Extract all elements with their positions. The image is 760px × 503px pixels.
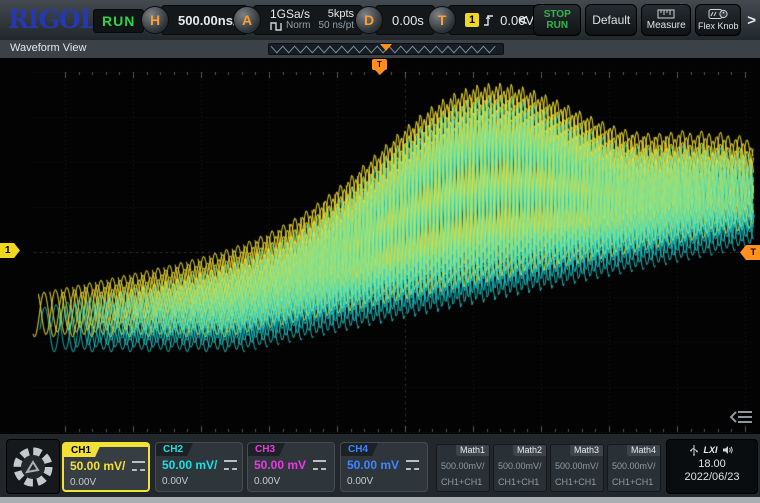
bottom-channel-bar: CH1 50.00 mV/ 0.00V CH2 50.00 mV/ 0.00V … xyxy=(0,433,760,498)
menu-collapse-icon[interactable] xyxy=(728,409,754,425)
math-box-math2[interactable]: Math2 500.00mV/ CH1+CH1 xyxy=(493,444,547,492)
ch2-scale: 50.00 mV/ xyxy=(162,458,217,472)
dc-coupling-icon xyxy=(406,460,419,470)
default-button[interactable]: Default xyxy=(585,4,637,36)
trigger-source-chip: 1 xyxy=(465,13,479,27)
ch3-tab: CH3 xyxy=(248,443,285,456)
speaker-icon xyxy=(723,445,734,455)
top-status-bar: RIGOL RUN H 500.00ns/ A 1GSa/s Norm 5kpt… xyxy=(0,0,760,41)
math3-expression: CH1+CH1 xyxy=(555,477,596,487)
channel-box-ch3[interactable]: CH3 50.00 mV 0.00V xyxy=(247,442,335,492)
ruler-icon xyxy=(657,9,675,19)
rising-edge-icon xyxy=(483,13,495,27)
math2-scale: 500.00mV/ xyxy=(498,461,542,471)
math4-expression: CH1+CH1 xyxy=(612,477,653,487)
math-box-math3[interactable]: Math3 500.00mV/ CH1+CH1 xyxy=(550,444,604,492)
view-tab-bar: Waveform View xyxy=(0,40,760,59)
oscilloscope-screen: RIGOL RUN H 500.00ns/ A 1GSa/s Norm 5kpt… xyxy=(0,0,760,503)
horizontal-badge[interactable]: H xyxy=(141,6,169,34)
scroll-right-chevron[interactable]: > xyxy=(745,12,758,29)
dc-coupling-icon xyxy=(313,460,326,470)
math4-scale: 500.00mV/ xyxy=(612,461,656,471)
math4-tab: Math4 xyxy=(627,445,660,456)
usb-icon xyxy=(690,445,698,456)
ch2-tab: CH2 xyxy=(156,443,193,456)
math3-scale: 500.00mV/ xyxy=(555,461,599,471)
sample-interval: 50 ns/pt xyxy=(318,20,354,32)
math1-scale: 500.00mV/ xyxy=(441,461,485,471)
ch1-scale: 50.00 mV/ xyxy=(70,459,125,473)
flex-knob-button[interactable]: Flex Knob xyxy=(695,4,741,36)
default-label: Default xyxy=(592,15,630,26)
trigger-badge[interactable]: T xyxy=(428,6,456,34)
math1-tab: Math1 xyxy=(456,445,489,456)
quick-buttons: < STOP RUN Default Measure xyxy=(516,3,758,37)
waveform-display[interactable]: T 1 T xyxy=(0,58,760,433)
status-clock-box: LXI 18.00 2022/06/23 xyxy=(666,439,758,494)
acquire-badge[interactable]: A xyxy=(233,6,261,34)
run-label: RUN xyxy=(546,20,568,31)
ch1-tab: CH1 xyxy=(64,444,101,457)
stop-run-button[interactable]: STOP RUN xyxy=(533,4,581,36)
math-box-math4[interactable]: Math4 500.00mV/ CH1+CH1 xyxy=(607,444,661,492)
channel-box-ch4[interactable]: CH4 50.00 mV 0.00V xyxy=(340,442,428,492)
trigger-position-flag[interactable]: T xyxy=(372,59,387,70)
flex-knob-label: Flex Knob xyxy=(698,21,739,32)
ch4-offset: 0.00V xyxy=(347,476,373,487)
math2-tab: Math2 xyxy=(513,445,546,456)
acquire-mode: Norm xyxy=(286,20,310,32)
quick-settings-button[interactable] xyxy=(6,439,60,494)
rigol-logo: RIGOL xyxy=(8,5,96,34)
gear-icon xyxy=(11,445,55,489)
memory-depth: 5kpts xyxy=(318,8,354,20)
channel-box-ch1[interactable]: CH1 50.00 mV/ 0.00V xyxy=(62,442,150,492)
ch4-tab: CH4 xyxy=(341,443,378,456)
ch3-scale: 50.00 mV xyxy=(254,458,306,472)
run-status-badge[interactable]: RUN xyxy=(93,9,144,33)
ch4-scale: 50.00 mV xyxy=(347,458,399,472)
ch3-offset: 0.00V xyxy=(254,476,280,487)
math2-expression: CH1+CH1 xyxy=(498,477,539,487)
clock-date: 2022/06/23 xyxy=(667,470,757,484)
horizontal-group[interactable]: H 500.00ns/ xyxy=(141,4,248,36)
delay-value: 0.00s xyxy=(392,13,424,28)
scroll-left-chevron[interactable]: < xyxy=(516,12,529,29)
ch1-offset: 0.00V xyxy=(70,477,96,488)
waveform-view-tab[interactable]: Waveform View xyxy=(10,42,86,54)
timebase-overview-strip[interactable] xyxy=(268,43,504,55)
timebase-value: 500.00ns/ xyxy=(178,13,237,28)
stop-label: STOP xyxy=(544,9,571,20)
dc-coupling-icon xyxy=(132,461,145,471)
dc-coupling-icon xyxy=(224,460,237,470)
graticule-and-traces[interactable] xyxy=(0,58,760,433)
acquire-group[interactable]: A 1GSa/s Norm 5kpts 50 ns/pt xyxy=(233,4,363,36)
math1-expression: CH1+CH1 xyxy=(441,477,482,487)
measure-button[interactable]: Measure xyxy=(641,4,691,36)
bottom-bezel xyxy=(0,497,760,503)
math3-tab: Math3 xyxy=(570,445,603,456)
math-box-math1[interactable]: Math1 500.00mV/ CH1+CH1 xyxy=(436,444,490,492)
ch2-offset: 0.00V xyxy=(162,476,188,487)
square-wave-icon xyxy=(270,22,283,31)
channel-box-ch2[interactable]: CH2 50.00 mV/ 0.00V xyxy=(155,442,243,492)
delay-badge[interactable]: D xyxy=(355,6,383,34)
clock-time: 18.00 xyxy=(667,458,757,470)
delay-group[interactable]: D 0.00s xyxy=(355,4,435,36)
lxi-badge: LXI xyxy=(703,445,717,455)
sample-rate: 1GSa/s xyxy=(270,8,310,20)
knob-icon xyxy=(708,8,728,20)
measure-label: Measure xyxy=(647,20,686,31)
